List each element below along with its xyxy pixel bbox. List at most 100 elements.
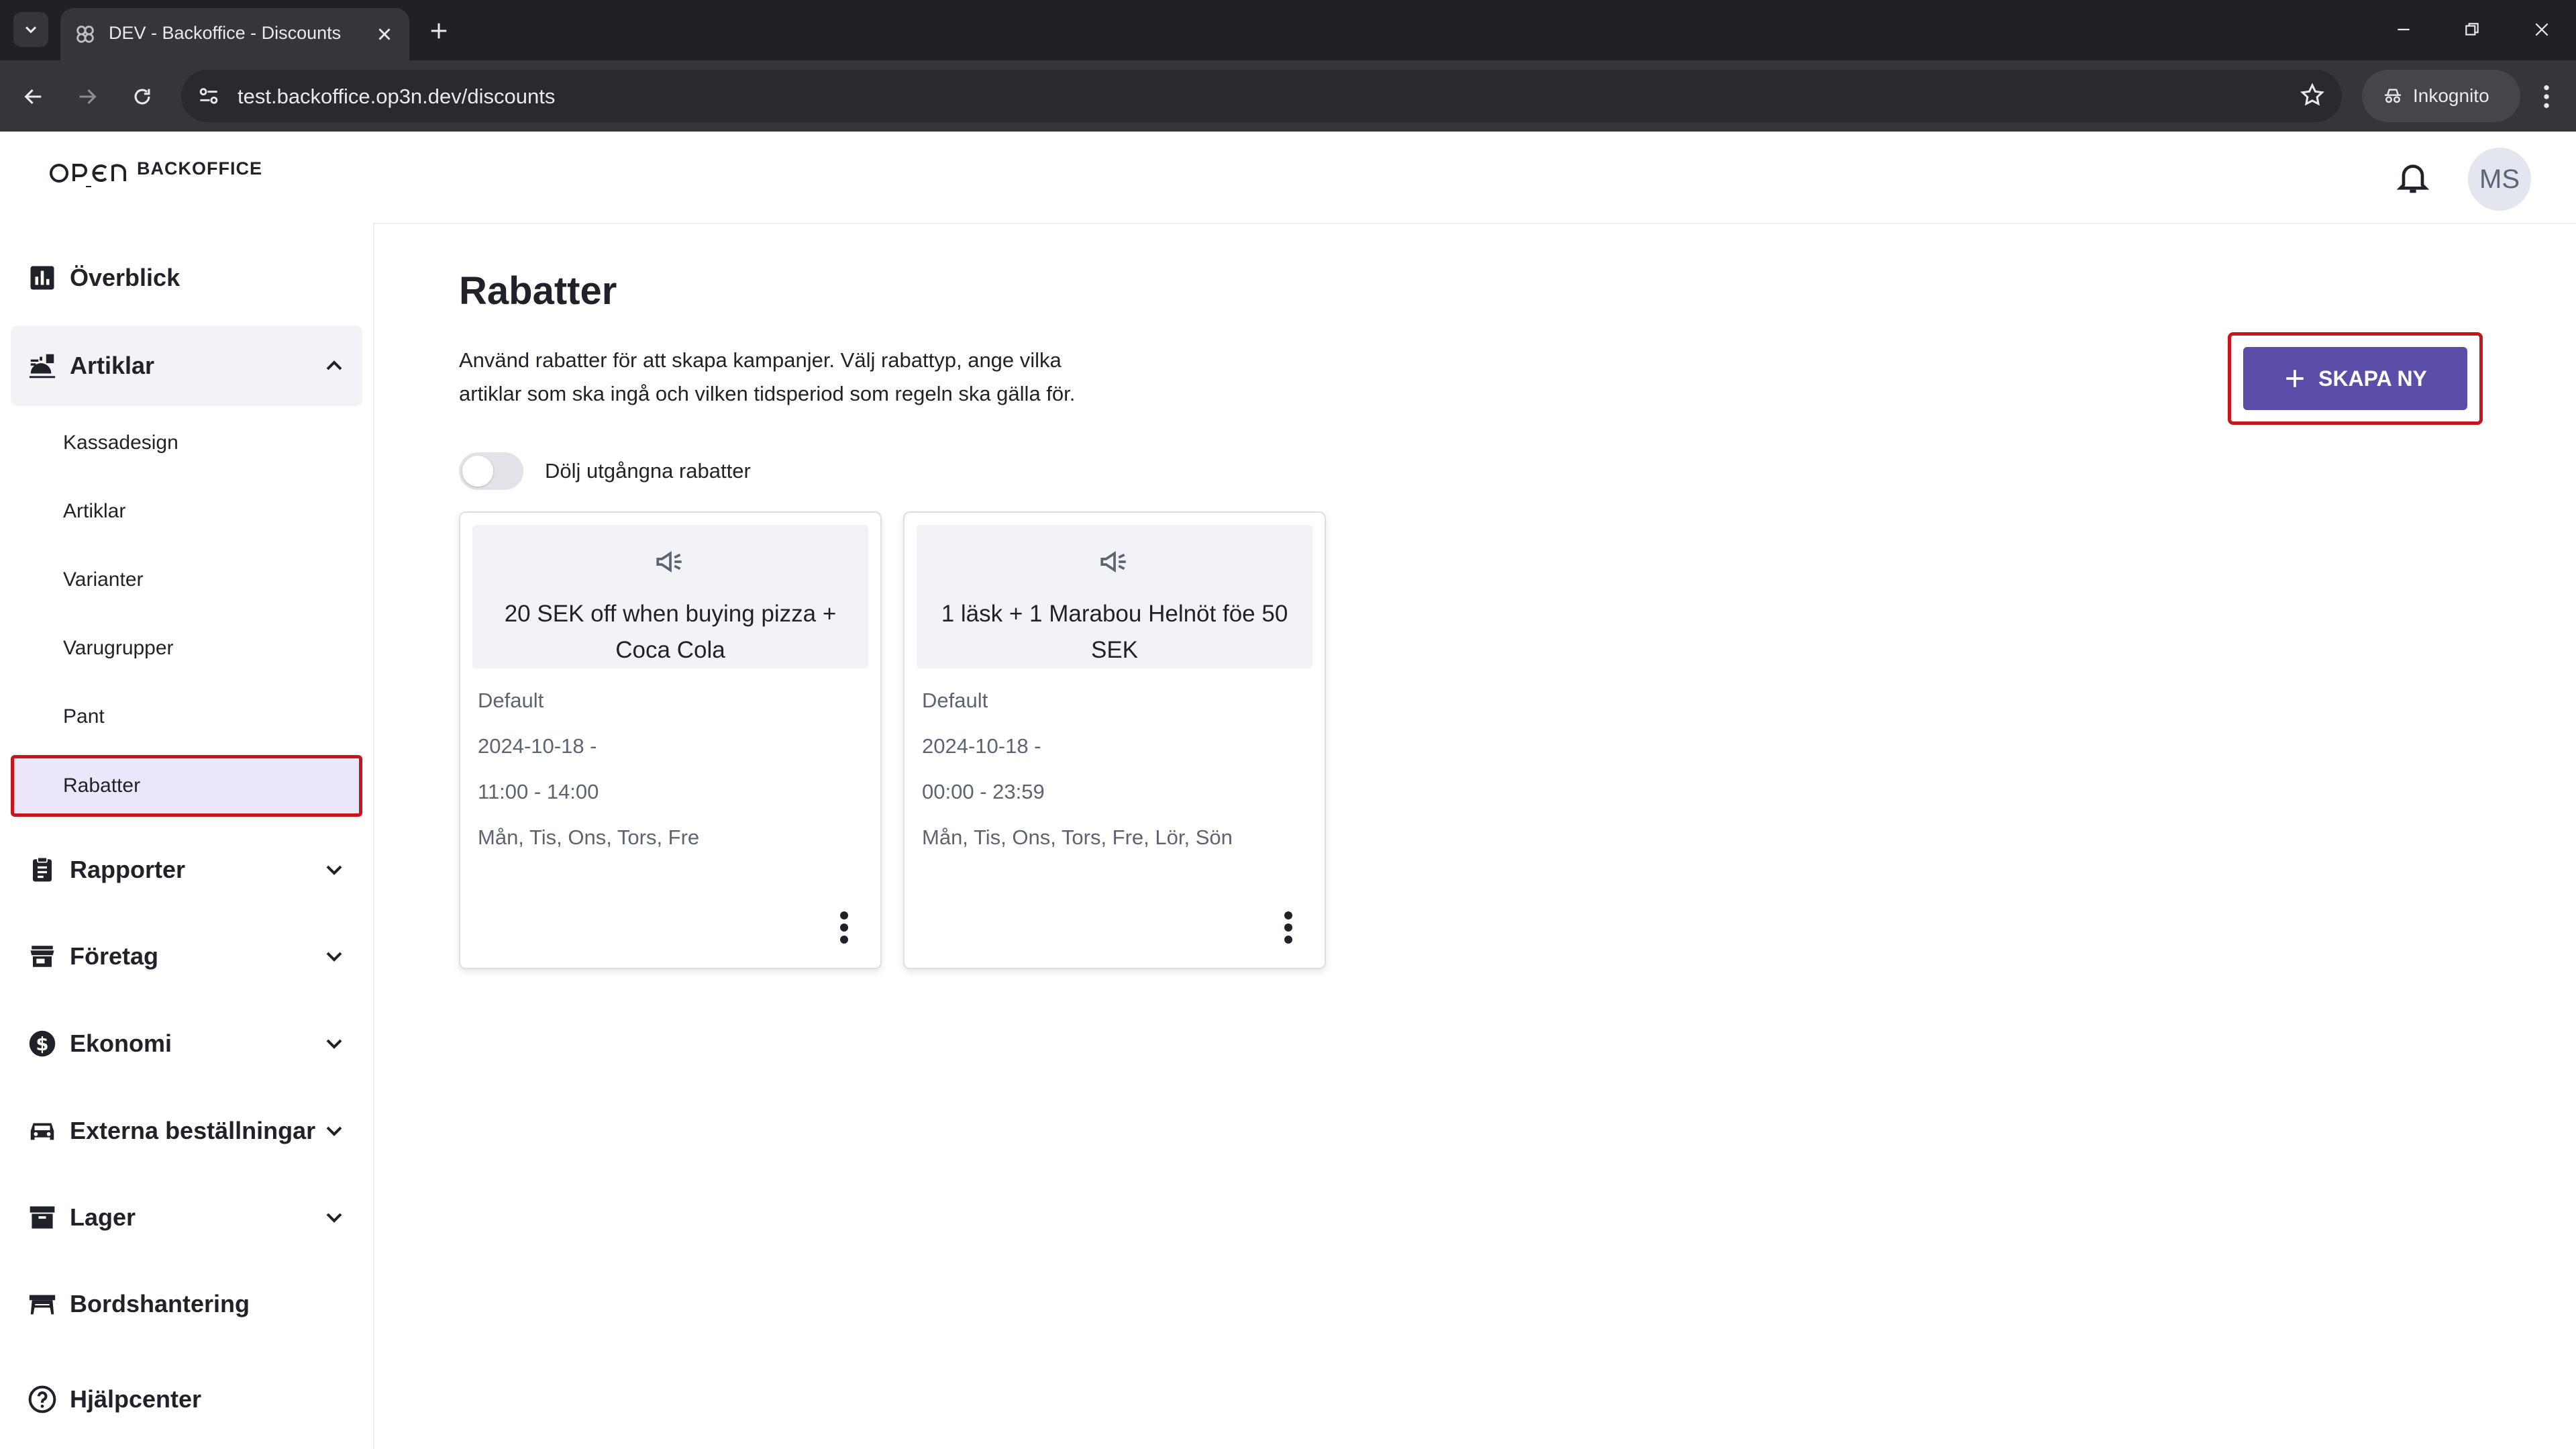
open-logo-icon (50, 164, 126, 187)
user-avatar[interactable]: MS (2468, 148, 2531, 211)
incognito-label: Inkognito (2413, 85, 2489, 106)
chevron-up-icon (326, 360, 342, 370)
store-icon (25, 940, 59, 973)
minimize-icon (2398, 28, 2410, 31)
discount-card-header: 20 SEK off when buying pizza + Coca Cola (472, 525, 868, 668)
car-icon (25, 1114, 59, 1148)
close-icon (378, 28, 391, 40)
logo-text: BACKOFFICE (137, 158, 262, 179)
plus-icon (2286, 370, 2304, 387)
create-new-button[interactable]: SKAPA NY (2243, 347, 2467, 410)
tab-search-button[interactable] (13, 12, 48, 47)
sidebar-item-label: Externa beställningar (70, 1117, 316, 1144)
chevron-down-icon (326, 865, 342, 875)
page-description: Använd rabatter för att skapa kampanjer.… (459, 348, 1076, 405)
sidebar-item-overblick[interactable]: Överblick (11, 238, 362, 318)
sidebar-subitem-rabatter[interactable]: Rabatter (11, 755, 362, 817)
sidebar-item-label: Bordshantering (70, 1290, 250, 1317)
sidebar-item-ekonomi[interactable]: $ Ekonomi (11, 1003, 362, 1084)
toggle-knob (462, 456, 493, 487)
favicon-icon (76, 26, 94, 43)
restore-icon (2465, 23, 2479, 36)
forward-button[interactable] (68, 78, 106, 115)
sidebar-item-label: Ekonomi (70, 1030, 172, 1057)
sidebar-item-label: Överblick (70, 264, 181, 291)
close-icon (2535, 23, 2548, 36)
sidebar-item-rapporter[interactable]: Rapporter (11, 830, 362, 910)
browser-menu-button[interactable] (2530, 78, 2563, 115)
hide-expired-toggle[interactable] (459, 452, 523, 490)
browser-tab[interactable]: DEV - Backoffice - Discounts (60, 8, 409, 60)
megaphone-icon (1100, 550, 1126, 573)
sidebar-item-externa-bestallningar[interactable]: Externa beställningar (11, 1091, 362, 1171)
tab-close-button[interactable] (372, 21, 397, 47)
discount-card-date: 2024-10-18 - (478, 734, 597, 758)
app-header: BACKOFFICE MS (0, 132, 2576, 224)
discount-card-time: 11:00 - 14:00 (478, 780, 599, 803)
more-vert-icon[interactable] (831, 909, 858, 946)
sidebar-item-bordshantering[interactable]: Bordshantering (11, 1264, 362, 1344)
discount-card-days: Mån, Tis, Ons, Tors, Fre, Lör, Sön (922, 826, 1233, 849)
reload-button[interactable] (123, 78, 161, 115)
chevron-down-icon (326, 1126, 342, 1136)
discount-card-date: 2024-10-18 - (922, 734, 1041, 758)
hide-expired-toggle-row: Dölj utgångna rabatter (459, 452, 751, 490)
clipboard-icon (25, 853, 59, 887)
more-vert-icon[interactable] (1275, 909, 1302, 946)
minimize-button[interactable] (2383, 13, 2424, 46)
chevron-down-icon (25, 26, 37, 34)
discount-card[interactable]: 1 läsk + 1 Marabou Helnöt föe 50 SEK Def… (903, 511, 1326, 969)
sidebar-item-lager[interactable]: Lager (11, 1177, 362, 1258)
megaphone-icon (656, 550, 682, 573)
plus-icon (431, 23, 447, 39)
chevron-down-icon (326, 1213, 342, 1223)
more-vert-icon (2544, 85, 2549, 108)
browser-tabbar: DEV - Backoffice - Discounts (0, 0, 2576, 60)
bookmark-star-icon[interactable] (2299, 82, 2326, 109)
sidebar-item-label: Hjälpcenter (70, 1385, 202, 1413)
sidebar-item-foretag[interactable]: Företag (11, 916, 362, 997)
site-settings-icon (199, 88, 218, 104)
discount-card-time: 00:00 - 23:59 (922, 780, 1045, 803)
discount-card[interactable]: 20 SEK off when buying pizza + Coca Cola… (459, 511, 882, 969)
address-bar[interactable]: test.backoffice.op3n.dev/discounts (181, 70, 2342, 122)
sidebar-item-label: Artiklar (70, 352, 155, 379)
url-text: test.backoffice.op3n.dev/discounts (238, 85, 556, 108)
articles-icon (25, 349, 59, 383)
sidebar-item-label: Rapporter (70, 856, 186, 883)
chevron-down-icon (326, 1039, 342, 1049)
discount-card-title: 20 SEK off when buying pizza + Coca Cola (504, 601, 837, 663)
notification-bell-icon[interactable] (2394, 158, 2432, 196)
dollar-icon: $ (25, 1027, 59, 1060)
logo[interactable]: BACKOFFICE (48, 156, 262, 196)
page-title: Rabatter (459, 269, 617, 313)
sidebar-item-label: Lager (70, 1203, 136, 1231)
incognito-icon (2385, 89, 2401, 103)
discount-card-days: Mån, Tis, Ons, Tors, Fre (478, 826, 700, 849)
chevron-down-icon (326, 952, 342, 962)
sidebar-subitem-artiklar[interactable]: Artiklar (11, 481, 362, 542)
sidebar-item-artiklar[interactable]: Artiklar (11, 326, 362, 406)
archive-icon (25, 1201, 59, 1234)
create-button-highlight: SKAPA NY (2228, 332, 2483, 425)
sidebar-item-hjalpcenter[interactable]: Hjälpcenter (11, 1359, 362, 1440)
sidebar-subitem-varianter[interactable]: Varianter (11, 549, 362, 611)
restore-button[interactable] (2452, 13, 2492, 46)
reload-icon (134, 89, 150, 105)
sidebar-subitem-kassadesign[interactable]: Kassadesign (11, 412, 362, 474)
sidebar: Överblick Artiklar Kassadesign Artiklar … (0, 223, 374, 1449)
incognito-badge[interactable]: Inkognito (2362, 70, 2520, 122)
create-new-label: SKAPA NY (2318, 366, 2427, 391)
new-tab-button[interactable] (424, 16, 454, 46)
back-button[interactable] (15, 78, 52, 115)
arrow-left-icon (24, 89, 42, 105)
arrow-right-icon (79, 89, 97, 105)
sidebar-item-label: Företag (70, 942, 159, 970)
close-window-button[interactable] (2522, 13, 2562, 46)
toggle-label: Dölj utgångna rabatter (545, 459, 751, 483)
discount-card-title: 1 läsk + 1 Marabou Helnöt föe 50 SEK (941, 601, 1288, 663)
sidebar-subitem-varugrupper[interactable]: Varugrupper (11, 617, 362, 679)
browser-toolbar: test.backoffice.op3n.dev/discounts Inkog… (0, 60, 2576, 132)
sidebar-subitem-pant[interactable]: Pant (11, 686, 362, 748)
table-icon (25, 1287, 59, 1321)
